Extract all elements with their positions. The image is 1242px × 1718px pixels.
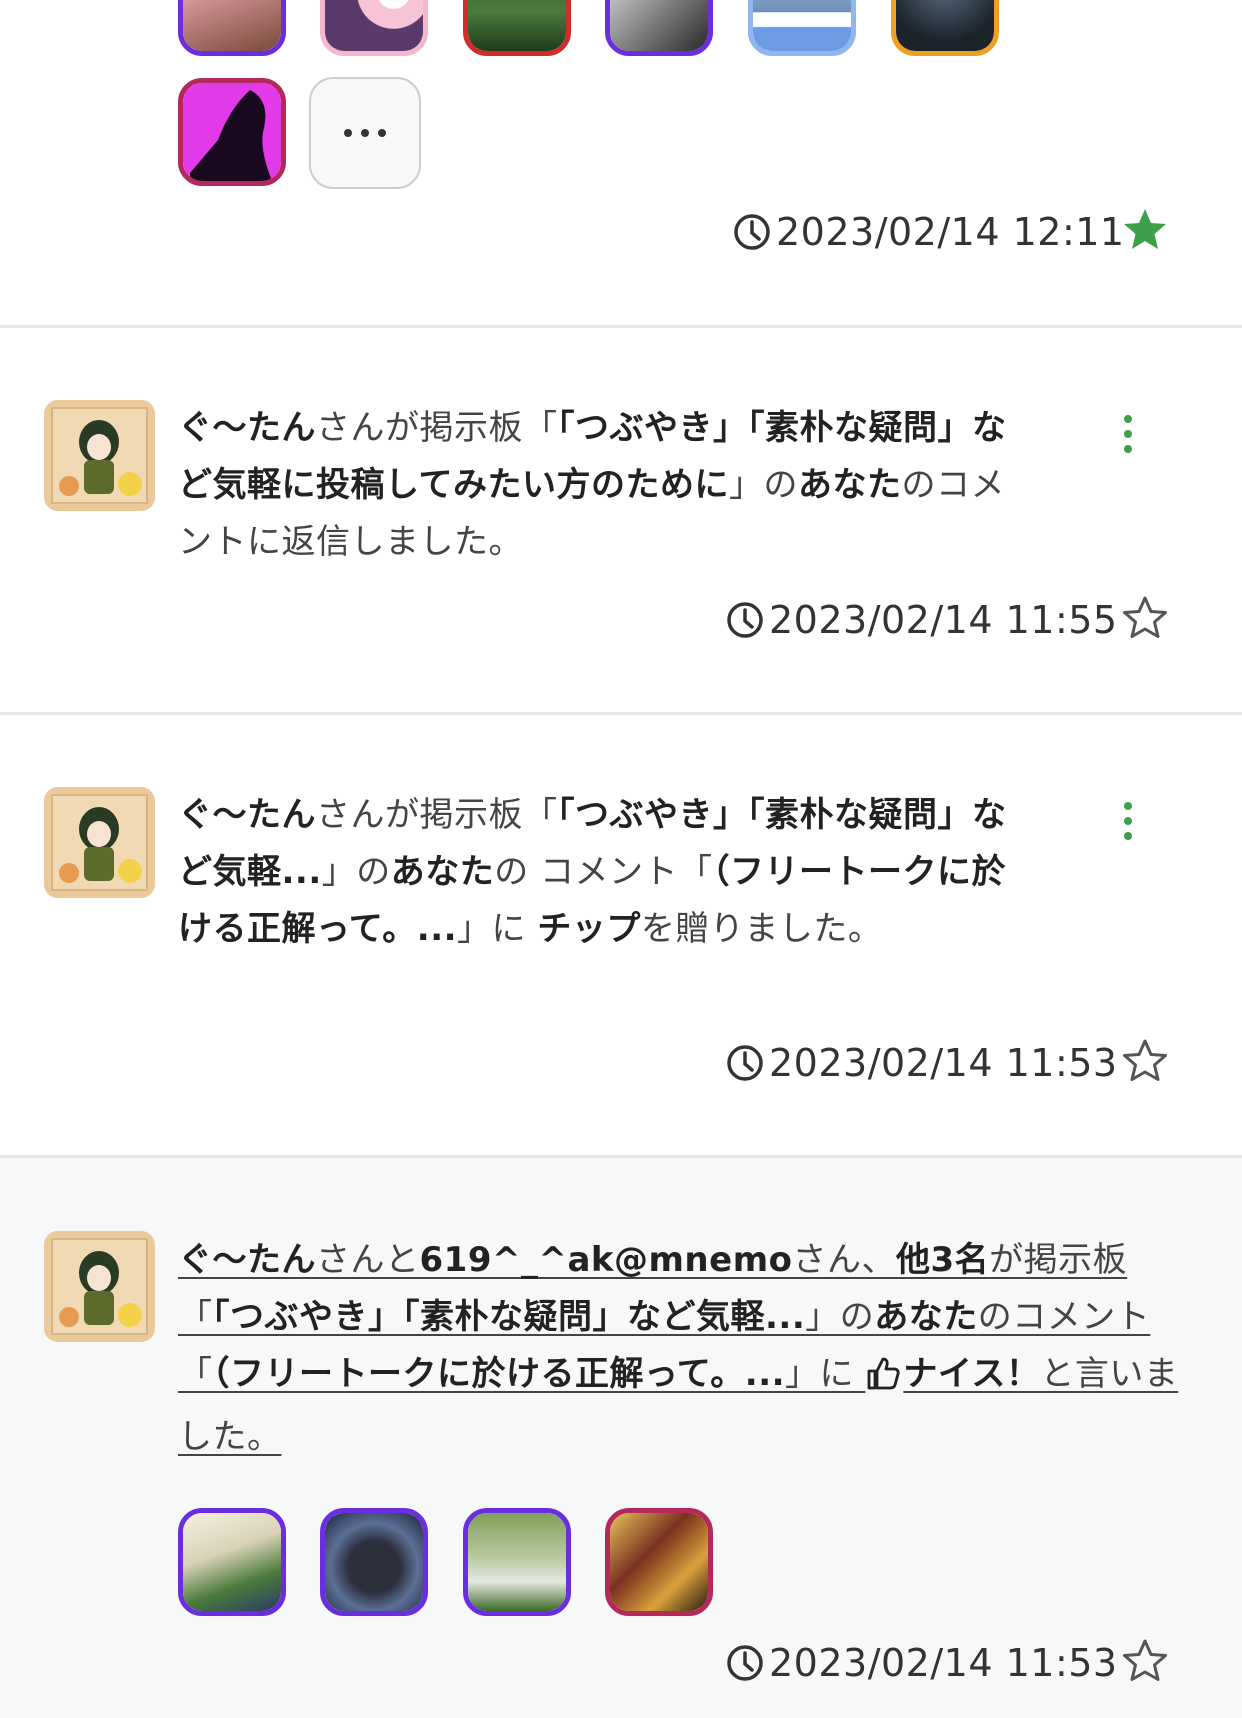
star-icon-filled[interactable]	[1121, 206, 1169, 254]
reaction-thumb[interactable]	[748, 0, 856, 56]
timestamp: 2023/02/14 11:55	[725, 598, 1118, 642]
reaction-thumb[interactable]	[320, 0, 428, 56]
notification-link[interactable]: ぐ〜たんさんと619^_^ak@mnemoさん、他3名が掲示板「「つぶやき」「素…	[178, 1232, 1190, 1466]
avatar[interactable]	[44, 787, 155, 898]
more-vertical-icon[interactable]	[1113, 802, 1143, 840]
clock-icon	[725, 1043, 765, 1083]
reaction-thumb[interactable]	[891, 0, 999, 56]
star-icon[interactable]	[1121, 594, 1169, 642]
star-icon[interactable]	[1121, 1037, 1169, 1085]
clock-icon	[725, 600, 765, 640]
avatar[interactable]	[44, 1231, 155, 1342]
notification-text[interactable]: ぐ〜たんさんが掲示板「「つぶやき」「素朴な疑問」など気軽...」のあなたの コメ…	[178, 787, 1028, 958]
more-vertical-icon[interactable]	[1113, 415, 1143, 453]
reaction-thumb[interactable]	[605, 1508, 713, 1616]
reaction-thumb[interactable]	[463, 0, 571, 56]
notification-text[interactable]: ぐ〜たんさんが掲示板「「つぶやき」「素朴な疑問」など気軽に投稿してみたい方のため…	[178, 400, 1028, 571]
more-dots-icon	[344, 129, 386, 137]
clock-icon	[725, 1643, 765, 1683]
reaction-thumb[interactable]	[463, 1508, 571, 1616]
reaction-thumb[interactable]	[605, 0, 713, 56]
clock-icon	[732, 212, 772, 252]
reaction-thumb[interactable]	[178, 78, 286, 186]
timestamp: 2023/02/14 12:11	[732, 210, 1125, 254]
thumbs-up-icon	[865, 1352, 901, 1409]
more-reactors-button[interactable]	[309, 77, 421, 189]
divider	[0, 325, 1242, 328]
timestamp: 2023/02/14 11:53	[725, 1641, 1118, 1685]
timestamp: 2023/02/14 11:53	[725, 1041, 1118, 1085]
reaction-thumb[interactable]	[178, 1508, 286, 1616]
reaction-thumb[interactable]	[178, 0, 286, 56]
divider	[0, 712, 1242, 715]
reaction-thumb[interactable]	[320, 1508, 428, 1616]
avatar[interactable]	[44, 400, 155, 511]
star-icon[interactable]	[1121, 1637, 1169, 1685]
